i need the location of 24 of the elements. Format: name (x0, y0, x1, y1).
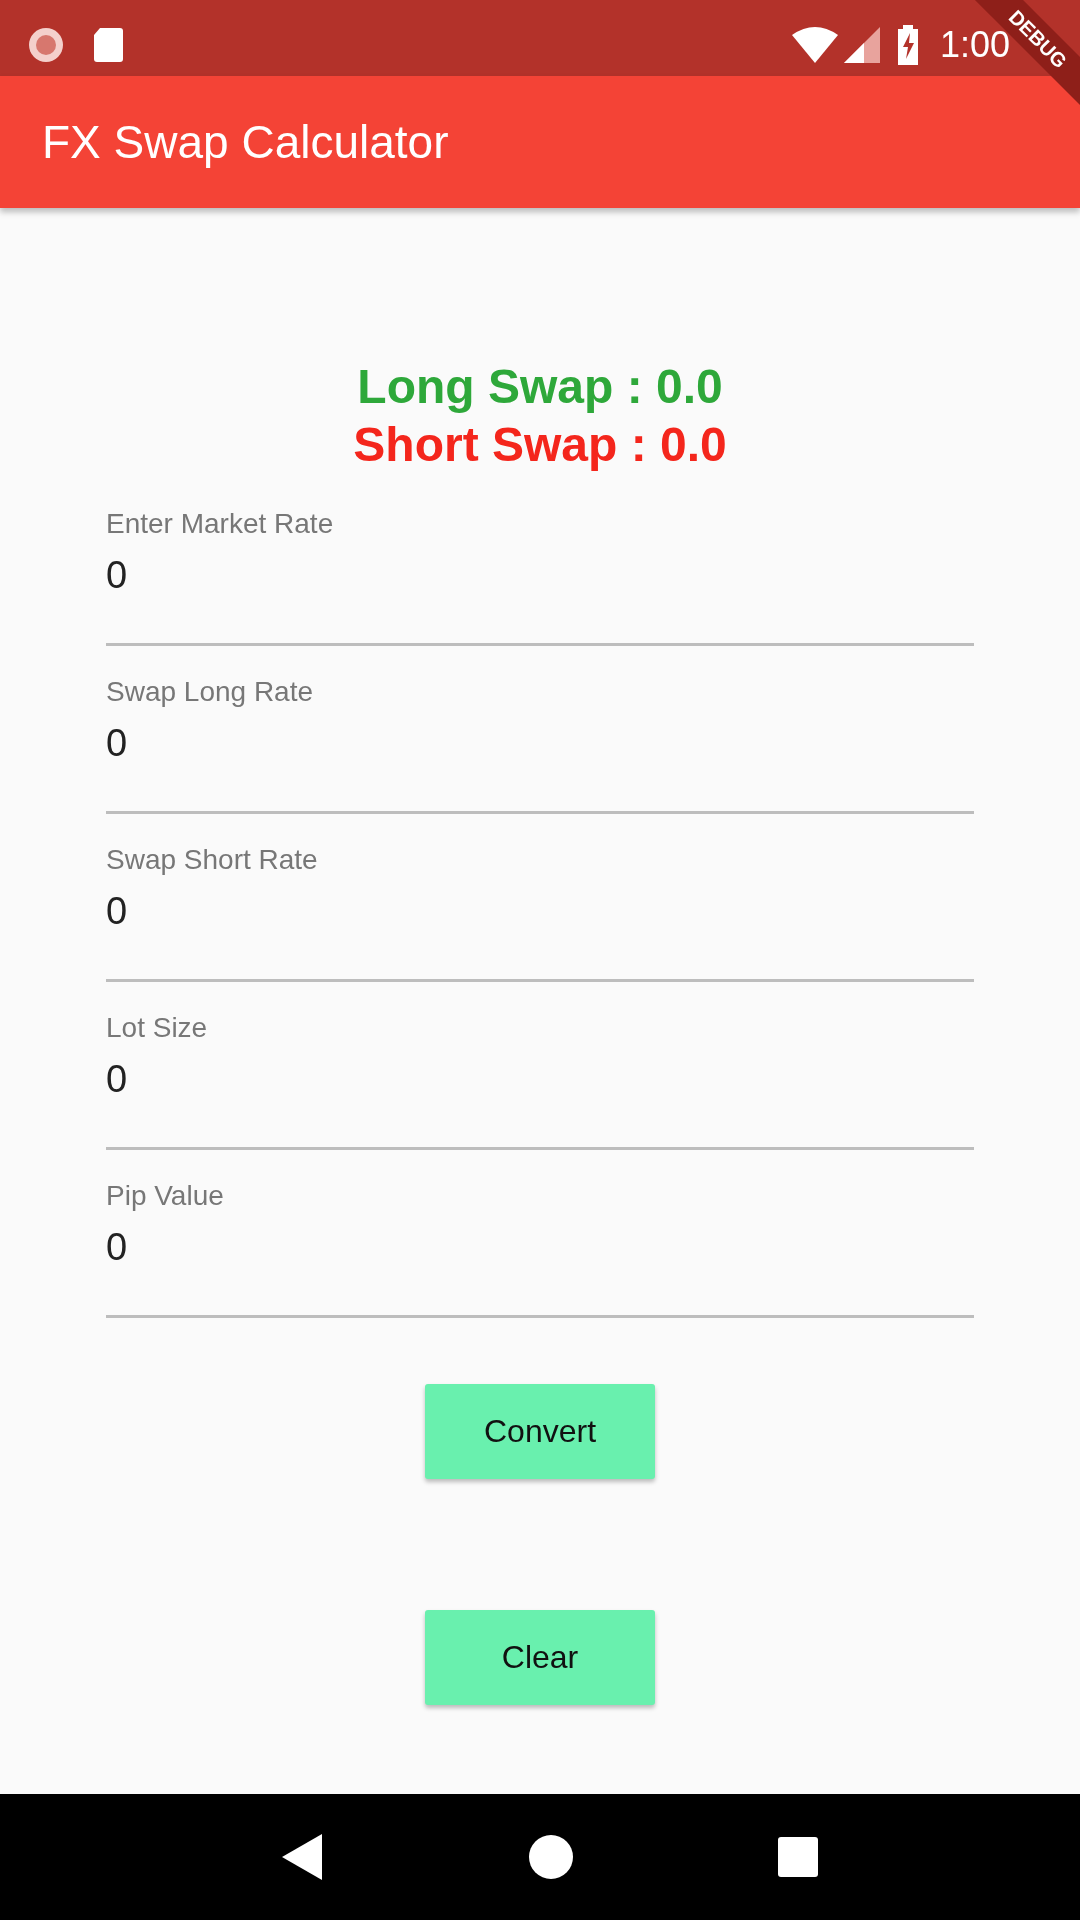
action-button[interactable]: Clear (425, 1610, 655, 1705)
swap-result: Short Swap : 0.0 (353, 417, 727, 473)
action-button[interactable]: Convert (425, 1384, 655, 1479)
clock-time: 1:00 (939, 24, 1010, 65)
field-label: Pip Value (106, 1180, 225, 1212)
app-title: FX Swap Calculator (42, 115, 449, 169)
field-label: Swap Short Rate (106, 844, 319, 876)
back-icon[interactable] (282, 1834, 325, 1880)
input-field[interactable]: 0 (106, 890, 974, 933)
battery-icon (895, 25, 920, 65)
field-label: Lot Size (106, 1012, 209, 1044)
recents-icon[interactable] (777, 1837, 818, 1877)
input-field[interactable]: 0 (106, 1058, 974, 1101)
home-icon[interactable] (529, 1835, 573, 1879)
input-field[interactable]: 0 (106, 722, 974, 765)
signal-icon (843, 27, 880, 63)
wifi-icon (791, 27, 838, 63)
record-icon (26, 25, 66, 65)
field-label: Enter Market Rate (106, 508, 335, 540)
sd-card-icon (92, 26, 124, 64)
input-field[interactable]: 0 (106, 1226, 974, 1269)
swap-result: Long Swap : 0.0 (357, 359, 723, 415)
field-label: Swap Long Rate (106, 676, 315, 708)
input-field[interactable]: 0 (106, 554, 974, 597)
